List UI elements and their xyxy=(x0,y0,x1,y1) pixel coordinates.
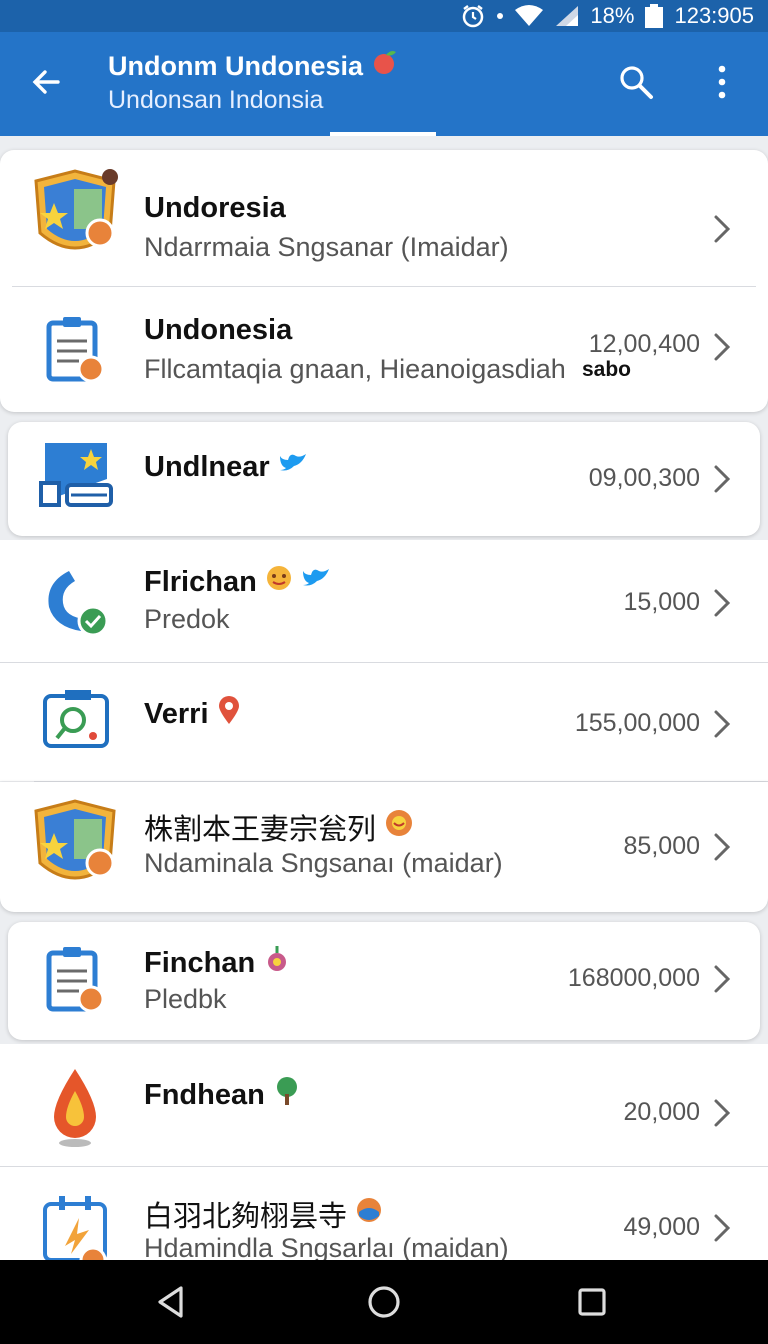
item-value: 20,000 xyxy=(623,1098,700,1126)
item-value: 85,000 xyxy=(623,832,700,860)
item-list: Undoresia Ndarrmaia Sngsanar (Imaidar) U… xyxy=(0,136,768,1260)
map-search-icon xyxy=(30,677,120,767)
item-name-text: Flrichan xyxy=(144,565,257,598)
list-item[interactable]: 株割本王妻宗瓮列 Ndaminala Sngsanaı (maidar) 85,… xyxy=(0,782,768,912)
item-value: 168000,000 xyxy=(567,964,700,992)
status-bar: 18% 123:905 xyxy=(0,0,768,32)
item-description: Pledbk xyxy=(144,984,227,1014)
calendar-icon xyxy=(30,1185,120,1260)
nav-back-button[interactable] xyxy=(146,1278,194,1326)
list-item[interactable]: Verri 155,00,000 xyxy=(0,663,768,781)
page-title-row: Undonm Undonesia xyxy=(108,48,399,84)
item-name: Flrichan xyxy=(144,564,331,600)
item-name-text: Verri xyxy=(144,697,209,730)
list-item[interactable]: Finchan Pledbk 168000,000 xyxy=(8,922,760,1040)
location-pin-icon xyxy=(217,695,241,733)
search-button[interactable] xyxy=(612,58,660,106)
fruit-emoji-icon xyxy=(371,48,399,84)
item-value: 15,000 xyxy=(623,588,700,616)
item-name-text: Finchan xyxy=(144,946,256,979)
shield-icon xyxy=(30,799,120,890)
clock: 123:905 xyxy=(674,3,754,28)
item-name-text: 株割本王妻宗瓮列 xyxy=(144,814,377,846)
bird-icon xyxy=(278,450,308,484)
triangle-back-icon xyxy=(158,1286,183,1318)
badge-emoji-icon xyxy=(384,808,414,846)
item-name-text: Undoresia xyxy=(144,192,286,224)
list-item[interactable]: Flrichan Predok 15,000 xyxy=(0,540,768,662)
item-name: Finchan xyxy=(144,944,291,982)
title-block: Undonm Undonesia Undonsan Indonsia xyxy=(108,48,399,116)
item-name-text: Fndhean xyxy=(144,1078,265,1111)
item-name: Verri xyxy=(144,695,241,733)
item-description: Ndarrmaia Sngsanar (Imaidar) xyxy=(144,232,509,262)
back-button[interactable] xyxy=(22,58,70,106)
phone-icon xyxy=(30,556,120,646)
document-icon xyxy=(30,304,120,394)
item-value: 12,00,400 xyxy=(588,330,700,358)
wifi-icon xyxy=(514,4,544,28)
item-value: 49,000 xyxy=(623,1213,700,1241)
globe-emoji-icon xyxy=(355,1196,383,1232)
page-subtitle: Undonsan Indonsia xyxy=(108,86,324,114)
nav-recents-button[interactable] xyxy=(568,1278,616,1326)
overflow-menu-button[interactable] xyxy=(700,58,744,106)
circle-home-icon xyxy=(368,1286,400,1318)
more-vert-icon xyxy=(718,65,726,99)
chevron-right-icon xyxy=(710,707,734,741)
list-item[interactable]: Undoresia Ndarrmaia Sngsanar (Imaidar) xyxy=(0,150,768,286)
chevron-right-icon xyxy=(710,962,734,996)
battery-percent: 18% xyxy=(590,3,635,28)
chevron-right-icon xyxy=(710,1211,734,1245)
shield-icon xyxy=(30,169,120,260)
item-name-text: 白羽北夠栩昙寺 xyxy=(144,1201,348,1233)
alarm-icon xyxy=(460,3,486,29)
item-description: Hdamindla Sngsarlaı (maidan) xyxy=(144,1233,509,1260)
list-item[interactable]: Undonesia Fllcamtaqia gnaan, Hieanoigasd… xyxy=(0,286,768,412)
dot-icon xyxy=(496,12,504,20)
bird-icon xyxy=(301,565,331,599)
list-item[interactable]: Fndhean 20,000 xyxy=(0,1044,768,1166)
item-name: Undoresia xyxy=(144,192,286,225)
face-emoji-icon xyxy=(265,564,293,600)
app-bar: Undonm Undonesia Undonsan Indonsia xyxy=(0,32,768,136)
battery-icon xyxy=(644,3,664,29)
system-nav-bar xyxy=(0,1260,768,1344)
item-name-text: Undonesia xyxy=(144,314,293,346)
item-description: Fllcamtaqia gnaan, Hieanoigasdiah xyxy=(144,354,566,384)
arrow-back-icon xyxy=(32,70,60,94)
tree-icon xyxy=(273,1076,301,1114)
list-item[interactable]: 白羽北夠栩昙寺 Hdamindla Sngsarlaı (maidan) 49,… xyxy=(0,1167,768,1260)
item-value: 155,00,000 xyxy=(574,709,700,737)
chevron-right-icon xyxy=(710,830,734,864)
item-extra-label: sabo xyxy=(582,358,632,381)
item-name: 白羽北夠栩昙寺 xyxy=(144,1193,383,1235)
item-name: Fndhean xyxy=(144,1076,301,1114)
chevron-right-icon xyxy=(710,330,734,364)
page-title: Undonm Undonesia xyxy=(108,51,363,81)
chevron-right-icon xyxy=(710,586,734,620)
item-description: Predok xyxy=(144,604,230,634)
chevron-right-icon xyxy=(710,212,734,246)
id-card-icon xyxy=(32,432,122,522)
square-recents-icon xyxy=(578,1288,606,1316)
item-name: Undonesia xyxy=(144,314,292,347)
search-icon xyxy=(620,66,653,99)
item-description: Ndaminala Sngsanaı (maidar) xyxy=(144,848,503,878)
item-name: 株割本王妻宗瓮列 xyxy=(144,806,414,848)
item-value: 09,00,300 xyxy=(588,464,700,492)
signal-icon xyxy=(554,4,580,28)
list-item[interactable]: Undlnear 09,00,300 xyxy=(8,422,760,536)
item-name-text: Undlnear xyxy=(144,450,270,483)
droplet-icon xyxy=(30,1062,120,1152)
chevron-right-icon xyxy=(710,462,734,496)
flower-icon xyxy=(263,944,291,982)
chevron-right-icon xyxy=(710,1096,734,1130)
nav-home-button[interactable] xyxy=(360,1278,408,1326)
document-icon xyxy=(30,934,120,1024)
item-name: Undlnear xyxy=(144,450,308,484)
